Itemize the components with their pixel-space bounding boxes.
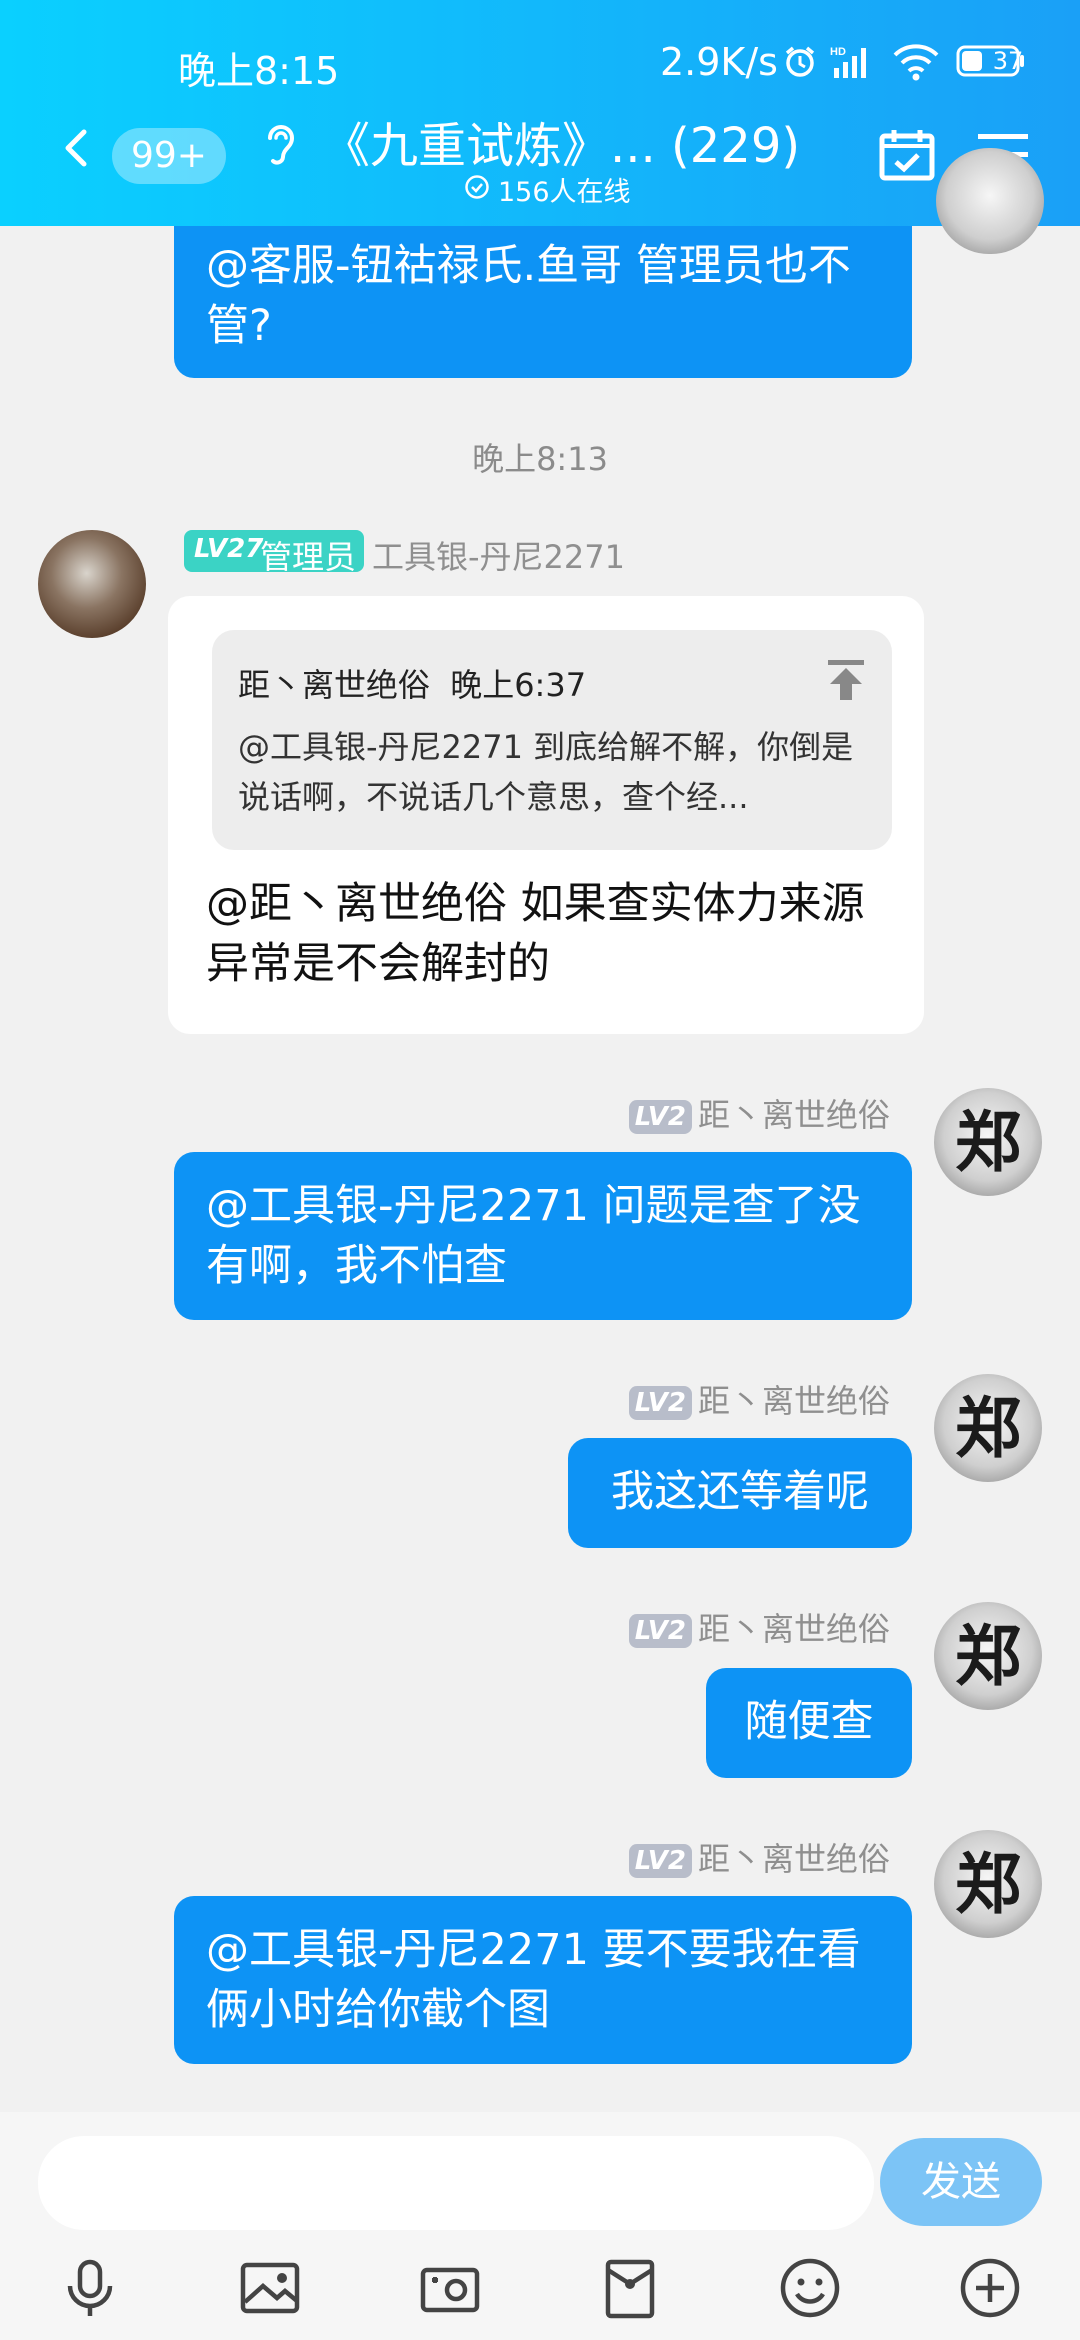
pin-top-icon[interactable] bbox=[826, 658, 866, 702]
level-badge: LV2 bbox=[628, 1614, 692, 1648]
cellular-signal-icon: HD bbox=[830, 44, 876, 80]
microphone-icon[interactable] bbox=[58, 2256, 122, 2320]
calendar-check-icon[interactable] bbox=[878, 126, 936, 182]
quote-author-time: 距丶离世绝俗 晚上6:37 bbox=[238, 660, 586, 706]
back-icon[interactable] bbox=[56, 128, 96, 168]
avatar[interactable] bbox=[38, 530, 146, 638]
time-divider: 晚上8:13 bbox=[472, 440, 608, 478]
camera-icon[interactable] bbox=[418, 2256, 482, 2320]
avatar[interactable]: 郑 bbox=[934, 1602, 1042, 1710]
message-bubble[interactable]: 我这还等着呢 bbox=[568, 1438, 912, 1548]
status-time: 晚上8:15 bbox=[178, 49, 340, 93]
unread-count-badge[interactable]: 99+ bbox=[112, 128, 226, 184]
plus-icon[interactable] bbox=[958, 2256, 1022, 2320]
level-badge: LV27 bbox=[194, 534, 264, 564]
sender-name[interactable]: 工具银-丹尼2271 bbox=[372, 532, 625, 578]
sender-name[interactable]: 距丶离世绝俗 bbox=[698, 1382, 890, 1420]
level-badge: LV2 bbox=[628, 1386, 692, 1420]
message-bubble[interactable]: @工具银-丹尼2271 问题是查了没有啊，我不怕查 bbox=[174, 1152, 912, 1320]
message-bubble[interactable]: @客服-钮祜禄氏.鱼哥 管理员也不管? bbox=[174, 226, 912, 378]
sender-line: LV2 距丶离世绝俗 bbox=[628, 1376, 890, 1422]
quote-time: 晚上6:37 bbox=[450, 666, 587, 704]
wifi-icon bbox=[892, 42, 940, 82]
group-title[interactable]: 《九重试炼》... (229) bbox=[322, 106, 800, 176]
avatar[interactable]: 郑 bbox=[934, 1374, 1042, 1482]
quote-author: 距丶离世绝俗 bbox=[238, 666, 431, 704]
level-badge: LV2 bbox=[628, 1100, 692, 1134]
red-packet-icon[interactable] bbox=[598, 2256, 662, 2320]
role-badge: 管理员 bbox=[260, 538, 357, 576]
send-button[interactable]: 发送 bbox=[880, 2138, 1042, 2226]
ear-icon[interactable] bbox=[262, 120, 298, 168]
message-input[interactable] bbox=[38, 2136, 874, 2230]
level-badge: LV2 bbox=[628, 1844, 692, 1878]
image-icon[interactable] bbox=[238, 2256, 302, 2320]
avatar[interactable]: 郑 bbox=[934, 1830, 1042, 1938]
battery-level: 37 bbox=[992, 47, 1024, 75]
quote-text: @工具银-丹尼2271 到底给解不解，你倒是说话啊，不说话几个意思，查个经... bbox=[238, 728, 854, 816]
online-count: 156人在线 bbox=[498, 177, 631, 208]
message-bubble[interactable]: @工具银-丹尼2271 要不要我在看俩小时给你截个图 bbox=[174, 1896, 912, 2064]
svg-text:HD: HD bbox=[830, 46, 846, 58]
message-bubble[interactable]: 随便查 bbox=[706, 1668, 912, 1778]
sender-name[interactable]: 距丶离世绝俗 bbox=[698, 1096, 890, 1134]
level-role-badge: LV27 管理员 bbox=[184, 530, 364, 576]
sender-line: LV2 距丶离世绝俗 bbox=[628, 1090, 890, 1136]
avatar[interactable] bbox=[936, 148, 1044, 254]
alarm-icon bbox=[782, 44, 818, 80]
online-check-icon bbox=[464, 174, 490, 200]
message-text: @距丶离世绝俗 如果查实体力来源异常是不会解封的 bbox=[206, 879, 865, 989]
network-speed: 2.9K/s bbox=[660, 40, 778, 84]
sender-line: LV2 距丶离世绝俗 bbox=[628, 1604, 890, 1650]
avatar[interactable]: 郑 bbox=[934, 1088, 1042, 1196]
sender-line: LV2 距丶离世绝俗 bbox=[628, 1834, 890, 1880]
sender-name[interactable]: 距丶离世绝俗 bbox=[698, 1610, 890, 1648]
sender-name[interactable]: 距丶离世绝俗 bbox=[698, 1840, 890, 1878]
emoji-icon[interactable] bbox=[778, 2256, 842, 2320]
